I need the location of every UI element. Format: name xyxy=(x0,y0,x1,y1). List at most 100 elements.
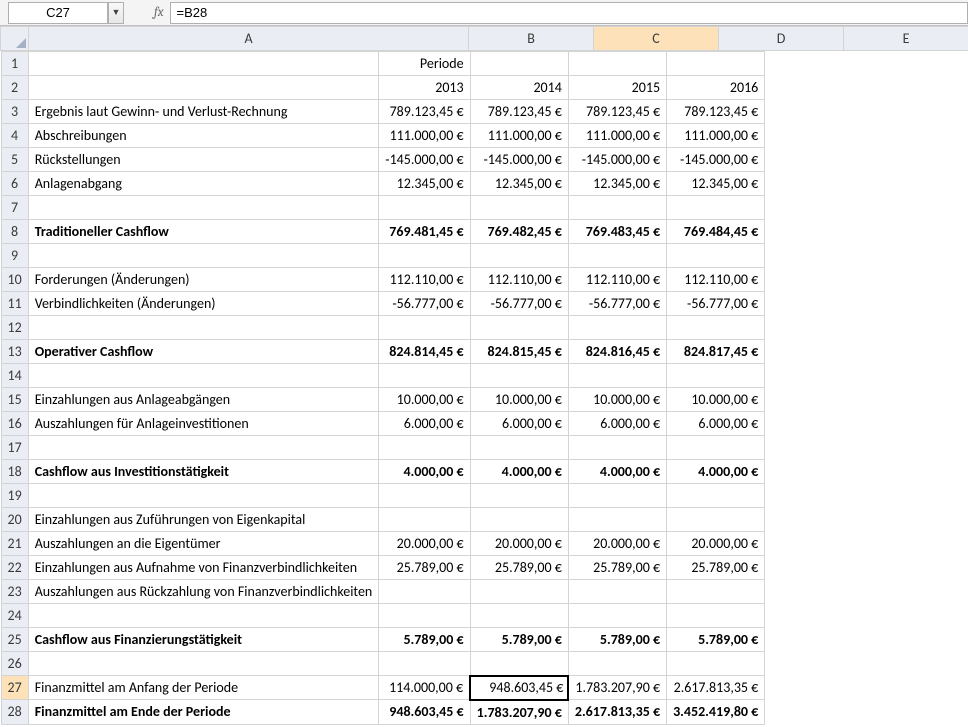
cell-D21[interactable]: 20.000,00 € xyxy=(568,532,666,556)
cell-D3[interactable]: 789.123,45 € xyxy=(568,100,666,124)
cell-C13[interactable]: 824.815,45 € xyxy=(470,340,568,364)
col-header-C[interactable]: C xyxy=(594,27,719,51)
row-header[interactable]: 22 xyxy=(1,556,28,580)
cell-B5[interactable]: -145.000,00 € xyxy=(379,148,470,172)
cell-E1[interactable] xyxy=(667,52,765,76)
cell-B28[interactable]: 948.603,45 € xyxy=(379,700,470,725)
cell-A18[interactable]: Cashflow aus Investitionstätigkeit xyxy=(28,460,379,484)
cell-C10[interactable]: 112.110,00 € xyxy=(470,268,568,292)
cell-A7[interactable] xyxy=(28,196,379,220)
cell-A2[interactable] xyxy=(28,76,379,100)
row-header[interactable]: 7 xyxy=(1,196,28,220)
cell-E16[interactable]: 6.000,00 € xyxy=(667,412,765,436)
cell-A21[interactable]: Auszahlungen an die Eigentümer xyxy=(28,532,379,556)
cell-A5[interactable]: Rückstellungen xyxy=(28,148,379,172)
row-header[interactable]: 26 xyxy=(1,652,28,676)
cell-C1[interactable] xyxy=(470,52,568,76)
col-header-D[interactable]: D xyxy=(719,27,844,51)
row-header[interactable]: 11 xyxy=(1,292,28,316)
cell-A10[interactable]: Forderungen (Änderungen) xyxy=(28,268,379,292)
cell-D16[interactable]: 6.000,00 € xyxy=(568,412,666,436)
row-header[interactable]: 12 xyxy=(1,316,28,340)
cell-A20[interactable]: Einzahlungen aus Zuführungen von Eigenka… xyxy=(28,508,379,532)
cell-C17[interactable] xyxy=(470,436,568,460)
col-header-A[interactable]: A xyxy=(29,27,469,51)
cell-E3[interactable]: 789.123,45 € xyxy=(667,100,765,124)
row-header[interactable]: 25 xyxy=(1,628,28,652)
cell-E23[interactable] xyxy=(667,580,765,604)
cell-A19[interactable] xyxy=(28,484,379,508)
cell-B16[interactable]: 6.000,00 € xyxy=(379,412,470,436)
cell-D1[interactable] xyxy=(568,52,666,76)
cell-A16[interactable]: Auszahlungen für Anlageinvestitionen xyxy=(28,412,379,436)
cell-C21[interactable]: 20.000,00 € xyxy=(470,532,568,556)
cell-A3[interactable]: Ergebnis laut Gewinn- und Verlust-Rechnu… xyxy=(28,100,379,124)
cell-A17[interactable] xyxy=(28,436,379,460)
row-header[interactable]: 16 xyxy=(1,412,28,436)
cell-C4[interactable]: 111.000,00 € xyxy=(470,124,568,148)
cell-E4[interactable]: 111.000,00 € xyxy=(667,124,765,148)
cell-B2[interactable]: 2013 xyxy=(379,76,470,100)
row-header[interactable]: 1 xyxy=(1,52,28,76)
col-header-E[interactable]: E xyxy=(844,27,968,51)
cell-B24[interactable] xyxy=(379,604,470,628)
cell-C2[interactable]: 2014 xyxy=(470,76,568,100)
cell-B12[interactable] xyxy=(379,316,470,340)
cell-D2[interactable]: 2015 xyxy=(568,76,666,100)
fx-icon[interactable]: fx xyxy=(154,5,164,20)
cell-C7[interactable] xyxy=(470,196,568,220)
cell-D14[interactable] xyxy=(568,364,666,388)
cell-B8[interactable]: 769.481,45 € xyxy=(379,220,470,244)
cell-B20[interactable] xyxy=(379,508,470,532)
cell-A8[interactable]: Traditioneller Cashflow xyxy=(28,220,379,244)
cell-E18[interactable]: 4.000,00 € xyxy=(667,460,765,484)
cell-A26[interactable] xyxy=(28,652,379,676)
cell-B22[interactable]: 25.789,00 € xyxy=(379,556,470,580)
cell-E6[interactable]: 12.345,00 € xyxy=(667,172,765,196)
cell-B19[interactable] xyxy=(379,484,470,508)
cell-D6[interactable]: 12.345,00 € xyxy=(568,172,666,196)
cell-E14[interactable] xyxy=(667,364,765,388)
cell-A11[interactable]: Verbindlichkeiten (Änderungen) xyxy=(28,292,379,316)
cell-C12[interactable] xyxy=(470,316,568,340)
cell-E28[interactable]: 3.452.419,80 € xyxy=(667,700,765,725)
row-header[interactable]: 10 xyxy=(1,268,28,292)
cell-A1[interactable] xyxy=(28,52,379,76)
row-header[interactable]: 19 xyxy=(1,484,28,508)
cell-A14[interactable] xyxy=(28,364,379,388)
cell-E13[interactable]: 824.817,45 € xyxy=(667,340,765,364)
cell-E5[interactable]: -145.000,00 € xyxy=(667,148,765,172)
row-header[interactable]: 21 xyxy=(1,532,28,556)
cell-E15[interactable]: 10.000,00 € xyxy=(667,388,765,412)
cell-D27[interactable]: 1.783.207,90 € xyxy=(568,676,666,700)
cell-B23[interactable] xyxy=(379,580,470,604)
cell-D26[interactable] xyxy=(568,652,666,676)
cell-D22[interactable]: 25.789,00 € xyxy=(568,556,666,580)
row-header[interactable]: 14 xyxy=(1,364,28,388)
cell-A24[interactable] xyxy=(28,604,379,628)
row-header[interactable]: 23 xyxy=(1,580,28,604)
cell-B11[interactable]: -56.777,00 € xyxy=(379,292,470,316)
cell-D17[interactable] xyxy=(568,436,666,460)
cell-B10[interactable]: 112.110,00 € xyxy=(379,268,470,292)
row-header[interactable]: 28 xyxy=(1,700,28,725)
cell-B3[interactable]: 789.123,45 € xyxy=(379,100,470,124)
cell-D20[interactable] xyxy=(568,508,666,532)
cell-B9[interactable] xyxy=(379,244,470,268)
cell-B7[interactable] xyxy=(379,196,470,220)
row-header[interactable]: 2 xyxy=(1,76,28,100)
cell-E20[interactable] xyxy=(667,508,765,532)
cell-C26[interactable] xyxy=(470,652,568,676)
worksheet-grid[interactable]: A B C D E 1Periode220132014201520163Erge… xyxy=(0,26,968,725)
row-header[interactable]: 4 xyxy=(1,124,28,148)
cell-D19[interactable] xyxy=(568,484,666,508)
select-all-corner[interactable] xyxy=(1,27,29,51)
cell-E11[interactable]: -56.777,00 € xyxy=(667,292,765,316)
cell-D4[interactable]: 111.000,00 € xyxy=(568,124,666,148)
cell-D10[interactable]: 112.110,00 € xyxy=(568,268,666,292)
cell-C18[interactable]: 4.000,00 € xyxy=(470,460,568,484)
cell-E21[interactable]: 20.000,00 € xyxy=(667,532,765,556)
row-header[interactable]: 20 xyxy=(1,508,28,532)
cell-E10[interactable]: 112.110,00 € xyxy=(667,268,765,292)
cell-A9[interactable] xyxy=(28,244,379,268)
